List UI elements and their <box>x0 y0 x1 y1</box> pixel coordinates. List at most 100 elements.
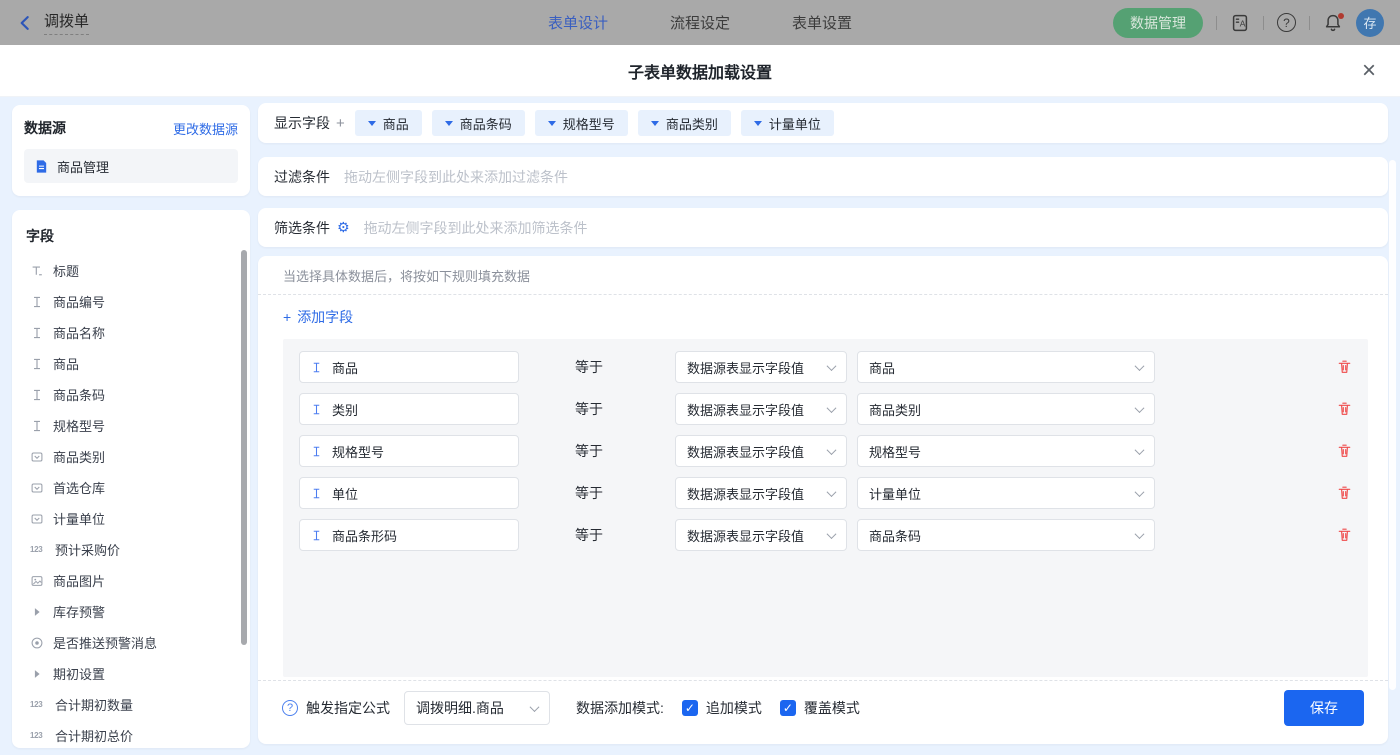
source-field-dropdown[interactable]: 商品 <box>857 351 1155 383</box>
overwrite-mode-checkbox[interactable]: ✓ <box>779 700 796 716</box>
field-item[interactable]: 是否推送预警消息 <box>12 627 250 658</box>
screen-condition-dropzone[interactable]: 拖动左侧字段到此处来添加筛选条件 <box>364 218 588 238</box>
text-icon <box>30 295 44 309</box>
display-field-tag[interactable]: 计量单位 <box>740 110 834 136</box>
notification-badge <box>1338 12 1344 19</box>
source-field-dropdown[interactable]: 计量单位 <box>857 477 1155 509</box>
text-icon <box>310 529 323 542</box>
chevron-down-icon <box>826 528 837 539</box>
modal-title: 子表单数据加载设置 <box>627 64 772 82</box>
tab-form-settings[interactable]: 表单设置 <box>792 12 852 33</box>
screen-condition-card: 筛选条件 ⚙ 拖动左侧字段到此处来添加筛选条件 <box>258 208 1388 247</box>
gear-icon[interactable]: ⚙ <box>337 219 350 236</box>
modal-scrollbar[interactable] <box>1389 160 1396 690</box>
display-field-tag[interactable]: 商品条码 <box>431 110 525 136</box>
change-datasource-link[interactable]: 更改数据源 <box>173 119 238 138</box>
rules-panel: 商品 等于 数据源表显示字段值 商品 类别 等于 数据源表显示字段值 商品类别 … <box>283 339 1368 677</box>
select-icon <box>30 481 44 495</box>
delete-rule-icon[interactable] <box>1337 359 1352 375</box>
delete-rule-icon[interactable] <box>1337 485 1352 501</box>
field-item[interactable]: 123 合计期初总价 <box>12 720 250 748</box>
form-name[interactable]: 调拨单 <box>44 10 90 35</box>
tab-form-design[interactable]: 表单设计 <box>548 12 608 33</box>
data-manage-button[interactable]: 数据管理 <box>1113 7 1203 38</box>
caret-down-icon <box>444 120 453 126</box>
delete-rule-icon[interactable] <box>1337 401 1352 417</box>
fields-scrollbar[interactable] <box>241 250 247 645</box>
trigger-formula-dropdown[interactable]: 调拨明细.商品 <box>404 691 550 725</box>
datasource-card: 数据源 更改数据源 商品管理 <box>12 105 250 196</box>
field-item[interactable]: 123 预计采购价 <box>12 534 250 565</box>
source-type-value: 数据源表显示字段值 <box>687 444 805 460</box>
text-icon <box>30 388 44 402</box>
field-item-label: 商品名称 <box>53 326 106 341</box>
divider <box>1216 15 1217 30</box>
field-item[interactable]: 123 合计期初数量 <box>12 689 250 720</box>
source-type-value: 数据源表显示字段值 <box>687 528 805 544</box>
chevron-down-icon <box>1134 444 1145 455</box>
rule-row: 商品条形码 等于 数据源表显示字段值 商品条码 <box>299 519 1352 551</box>
target-field-label: 规格型号 <box>332 444 385 460</box>
field-item[interactable]: 库存预警 <box>12 596 250 627</box>
save-button[interactable]: 保存 <box>1284 690 1364 726</box>
source-field-dropdown[interactable]: 商品类别 <box>857 393 1155 425</box>
field-item[interactable]: 商品类别 <box>12 441 250 472</box>
field-item[interactable]: 标题 <box>12 255 250 286</box>
source-type-dropdown[interactable]: 数据源表显示字段值 <box>675 477 847 509</box>
avatar[interactable]: 存 <box>1356 8 1384 37</box>
field-item[interactable]: 计量单位 <box>12 503 250 534</box>
target-field-box[interactable]: 规格型号 <box>299 435 519 467</box>
field-item[interactable]: 商品条码 <box>12 379 250 410</box>
document-icon <box>34 159 49 174</box>
back-group[interactable]: 调拨单 <box>16 10 90 35</box>
target-field-box[interactable]: 商品条形码 <box>299 519 519 551</box>
help-icon[interactable]: ? <box>282 700 298 716</box>
source-field-dropdown[interactable]: 商品条码 <box>857 519 1155 551</box>
field-item[interactable]: 商品编号 <box>12 286 250 317</box>
filter-condition-dropzone[interactable]: 拖动左侧字段到此处来添加过滤条件 <box>344 167 568 187</box>
field-item[interactable]: 商品名称 <box>12 317 250 348</box>
source-type-value: 数据源表显示字段值 <box>687 402 805 418</box>
add-display-field-icon[interactable]: + <box>336 115 345 132</box>
display-field-tag[interactable]: 规格型号 <box>534 110 628 136</box>
field-item[interactable]: 商品图片 <box>12 565 250 596</box>
datasource-item[interactable]: 商品管理 <box>24 149 238 183</box>
field-item[interactable]: 首选仓库 <box>12 472 250 503</box>
delete-rule-icon[interactable] <box>1337 527 1352 543</box>
tag-label: 规格型号 <box>562 116 615 132</box>
tab-process-setting[interactable]: 流程设定 <box>670 12 730 33</box>
field-item[interactable]: 期初设置 <box>12 658 250 689</box>
fill-rules-card: 当选择具体数据后，将按如下规则填充数据 + 添加字段 商品 等于 数据源表显示字… <box>258 256 1388 744</box>
close-icon[interactable]: × <box>1362 58 1376 83</box>
manual-icon[interactable]: A <box>1230 13 1250 33</box>
text-icon <box>310 361 323 374</box>
target-field-box[interactable]: 类别 <box>299 393 519 425</box>
notifications-bell-icon[interactable] <box>1323 12 1344 33</box>
help-icon[interactable]: ? <box>1277 13 1296 32</box>
append-mode-checkbox[interactable]: ✓ <box>681 700 698 716</box>
target-field-box[interactable]: 单位 <box>299 477 519 509</box>
append-mode-label: 追加模式 <box>705 700 762 716</box>
chevron-down-icon <box>529 701 540 712</box>
chevron-down-icon <box>1134 486 1145 497</box>
source-field-value: 计量单位 <box>869 486 922 502</box>
source-type-dropdown[interactable]: 数据源表显示字段值 <box>675 393 847 425</box>
display-field-tag[interactable]: 商品 <box>354 110 422 136</box>
source-type-dropdown[interactable]: 数据源表显示字段值 <box>675 435 847 467</box>
back-icon[interactable] <box>16 14 34 32</box>
plus-icon: + <box>283 309 292 325</box>
delete-rule-icon[interactable] <box>1337 443 1352 459</box>
divider <box>1263 15 1264 30</box>
target-field-box[interactable]: 商品 <box>299 351 519 383</box>
field-item-label: 标题 <box>53 264 80 279</box>
field-item[interactable]: 商品 <box>12 348 250 379</box>
source-type-dropdown[interactable]: 数据源表显示字段值 <box>675 351 847 383</box>
add-field-link[interactable]: + 添加字段 <box>283 307 353 327</box>
source-type-dropdown[interactable]: 数据源表显示字段值 <box>675 519 847 551</box>
tag-label: 商品条码 <box>459 116 512 132</box>
source-field-dropdown[interactable]: 规格型号 <box>857 435 1155 467</box>
display-field-tag[interactable]: 商品类别 <box>637 110 731 136</box>
chevron-down-icon <box>1134 360 1145 371</box>
field-item[interactable]: 规格型号 <box>12 410 250 441</box>
select-icon <box>30 450 44 464</box>
